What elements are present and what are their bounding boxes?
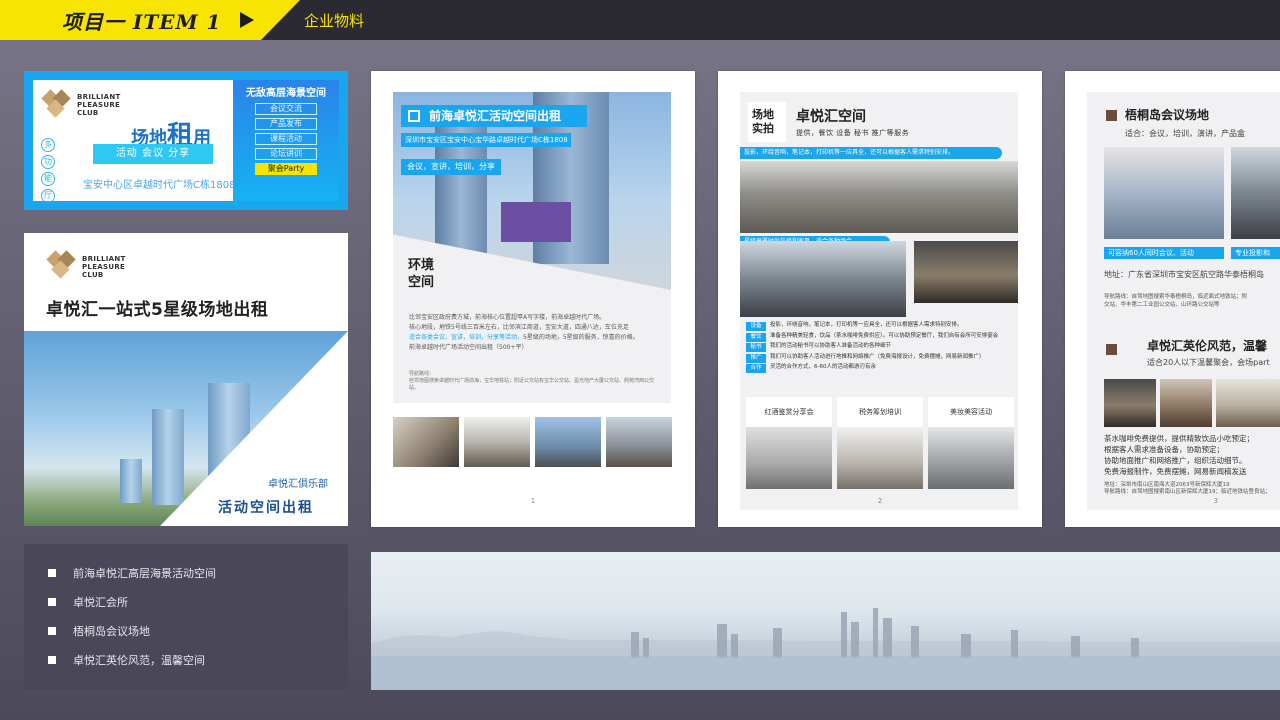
page3-nav3: 导航路线：自驾地图搜索南山区新保辉大厦19；临近地铁站登良站； [1104,489,1271,495]
banner-inner: BRILLIANT PLEASURE CLUB 场地租用 多 功 能 厅 活动 会议… [33,80,339,203]
brand-name: BRILLIANT PLEASURE CLUB [82,255,126,279]
room-photo [1216,379,1280,427]
banner-vertical-label: 多 功 能 厅 [41,138,57,203]
page1-navigation-note: 导航路线： 自驾地图搜索卓越时代广场前海，宝华地铁站；附近公交站有宝华公交站、盈… [409,371,655,391]
page3-suitable-2: 适合20人以下温馨聚会，会场part [1147,358,1270,367]
page3-nav: 交站、华丰第二工业园公交站、山环路公交站等 [1104,302,1220,308]
banner-side-item: 聚会Party [255,163,317,175]
page3-caption: 可容纳60人同时会议、活动 [1104,247,1224,259]
page1-tags: 会议，宣讲，培训，分享 [401,159,501,175]
page3-desc: 免费海报制作，免费摆摊，网易新闻稿发送 [1104,467,1247,476]
feature-row: 设备 投影，环绕音响，笔记本，打印机等一应具全，还可以根据客人需求特别安排。 [746,322,1010,331]
page1-env-label: 环境空间 [408,258,435,290]
page-number: 2 [877,497,883,505]
square-bullet-icon [48,568,56,577]
feature-row: 秘书 我们的活动秘书可以协助客人准备活动的各种细节 [746,343,1010,352]
page3-desc: 根据客人需求准备设备，协助预定； [1104,445,1224,454]
city-skyline-photo [371,552,1280,690]
square-bullet-icon [48,655,56,664]
page-number: 1 [530,497,536,505]
page2-label: 场地实拍 [752,108,774,135]
page1-body: 比邻宝安区政府费方城，前海核心位置超甲A写字楼，前海卓越时代广场。 核心地段，地… [409,314,639,351]
page2-bar: 投影，环绕音响，笔记本，打印机等一应具全，还可以根据客人需求特别安排。 [740,147,1002,159]
left-card-rent-label: 活动空间出租 [218,500,314,516]
banner-side-title: 无敌高层海景空间 [246,88,326,99]
rental-banner: BRILLIANT PLEASURE CLUB 场地租用 多 功 能 厅 活动 会议… [24,71,348,210]
left-poster-card: BRILLIANT PLEASURE CLUB 卓悦汇一站式5星级场地出租 卓悦汇俱… [24,233,348,526]
page2-title: 卓悦汇空间 [796,109,866,125]
left-card-subtitle: 卓悦汇俱乐部 [268,479,328,490]
page3-title-2: 卓悦汇英伦风范，温馨 [1147,339,1268,353]
page-number: 3 [1213,497,1218,505]
banner-side-item: 产品发布 [255,118,317,130]
feature-row: 餐饮 准备各种精美轻食，饮品（茶水咖啡免费供应）。可以协助预定餐厅，我们自有会所可… [746,332,1010,342]
page3-caption: 专业投影和 [1231,247,1280,259]
thumbnail-photo [393,417,459,467]
room-photo [1104,379,1156,427]
brand-logo-icon [46,250,78,281]
room-photo [1160,379,1212,427]
page3-title-1: 梧桐岛会议场地 [1125,108,1210,122]
event-photo [837,427,923,489]
brochure-page-3: 梧桐岛会议场地 适合：会议，培训，演讲，产品盒 可容纳60人同时会议、活动 专业… [1065,71,1280,527]
brochure-page-1: 前海卓悦汇活动空间出租 深圳市宝安区宝安中心宝华路卓越时代广场C栋1808 会议… [371,71,695,527]
brown-square-icon [1106,110,1117,121]
event-caption: 红酒鉴赏分享会 [746,397,832,427]
page3-suitable-1: 适合：会议，培训，演讲，产品盒 [1125,129,1245,138]
feature-row: 合作 灵活的合作方式，6-60人的活动都游刃有余 [746,364,1010,373]
page2-feature-list: 设备 投影，环绕音响，笔记本，打印机等一应具全，还可以根据客人需求特别安排。 餐饮… [746,322,1010,375]
page3-desc: 协助地面推广和网络推广，组织活动细节。 [1104,456,1247,465]
banner-side-item: 论坛讲训 [255,148,317,160]
page1-address: 深圳市宝安区宝安中心宝华路卓越时代广场C栋1808 [401,133,571,147]
page3-address: 地址：广东省深圳市宝安区航空路华泰梧桐岛 [1104,270,1264,279]
left-card-title: 卓悦汇一站式5星级场地出租 [46,300,269,320]
banner-side-item: 课程活动 [255,133,317,145]
page1-title: 前海卓悦汇活动空间出租 [401,105,587,127]
square-outline-icon [408,110,420,122]
brand-name: BRILLIANT PLEASURE CLUB [77,93,121,117]
event-photo [746,427,832,489]
event-caption: 美妆美容活动 [928,397,1014,427]
brand-logo-icon [41,89,73,120]
page3-desc: 茶水咖啡免费提供，提供精致饮品小吃预定； [1104,434,1254,443]
square-bullet-icon [48,597,56,606]
play-arrow-icon [240,12,254,28]
banner-address: 宝安中心区卓越时代广场C栋1808 [83,180,236,191]
thumbnail-photo [606,417,672,467]
square-bullet-icon [48,626,56,635]
room-photo [1104,147,1224,239]
room-photo [740,161,1018,233]
thumbnail-photo [535,417,601,467]
venue-list-panel: 前海卓悦汇高层海景活动空间 卓悦汇会所 梧桐岛会议场地 卓悦汇英伦风范，温馨空间 [24,544,348,690]
list-item[interactable]: 梧桐岛会议场地 [48,616,348,645]
page2-subtitle: 提供，餐饮 设备 秘书 推广等服务 [796,129,910,137]
banner-side-item: 会议交流 [255,103,317,115]
room-photo [914,241,1018,303]
brochure-page-2: 场地实拍 卓悦汇空间 提供，餐饮 设备 秘书 推广等服务 投影，环绕音响，笔记本… [718,71,1042,527]
room-photo [740,241,906,317]
list-item[interactable]: 卓悦汇英伦风范，温馨空间 [48,645,348,674]
list-item[interactable]: 前海卓悦汇高层海景活动空间 [48,558,348,587]
list-item[interactable]: 卓悦汇会所 [48,587,348,616]
page3-nav: 导航路线：自驾地图搜索华泰梧桐岛，临近面式地铁站；附 [1104,294,1248,300]
feature-row: 推广 我们可以协助客人活动进行地推和网络推广（免费海报设计，免费摆摊，网易新闻推广… [746,353,1010,363]
banner-tags: 活动 会议 分享 [93,144,213,164]
event-caption: 税务筹划培训 [837,397,923,427]
header-subtitle: 企业物料 [304,12,365,30]
thumbnail-photo [464,417,530,467]
skyline-drawing [371,608,1280,690]
header-title: 项目一 ITEM 1 [62,10,222,34]
event-photo [928,427,1014,489]
room-photo [1231,147,1280,239]
banner-side-panel: 无敌高层海景空间 会议交流 产品发布 课程活动 论坛讲训 聚会Party [233,80,339,201]
brown-square-icon [1106,344,1117,355]
